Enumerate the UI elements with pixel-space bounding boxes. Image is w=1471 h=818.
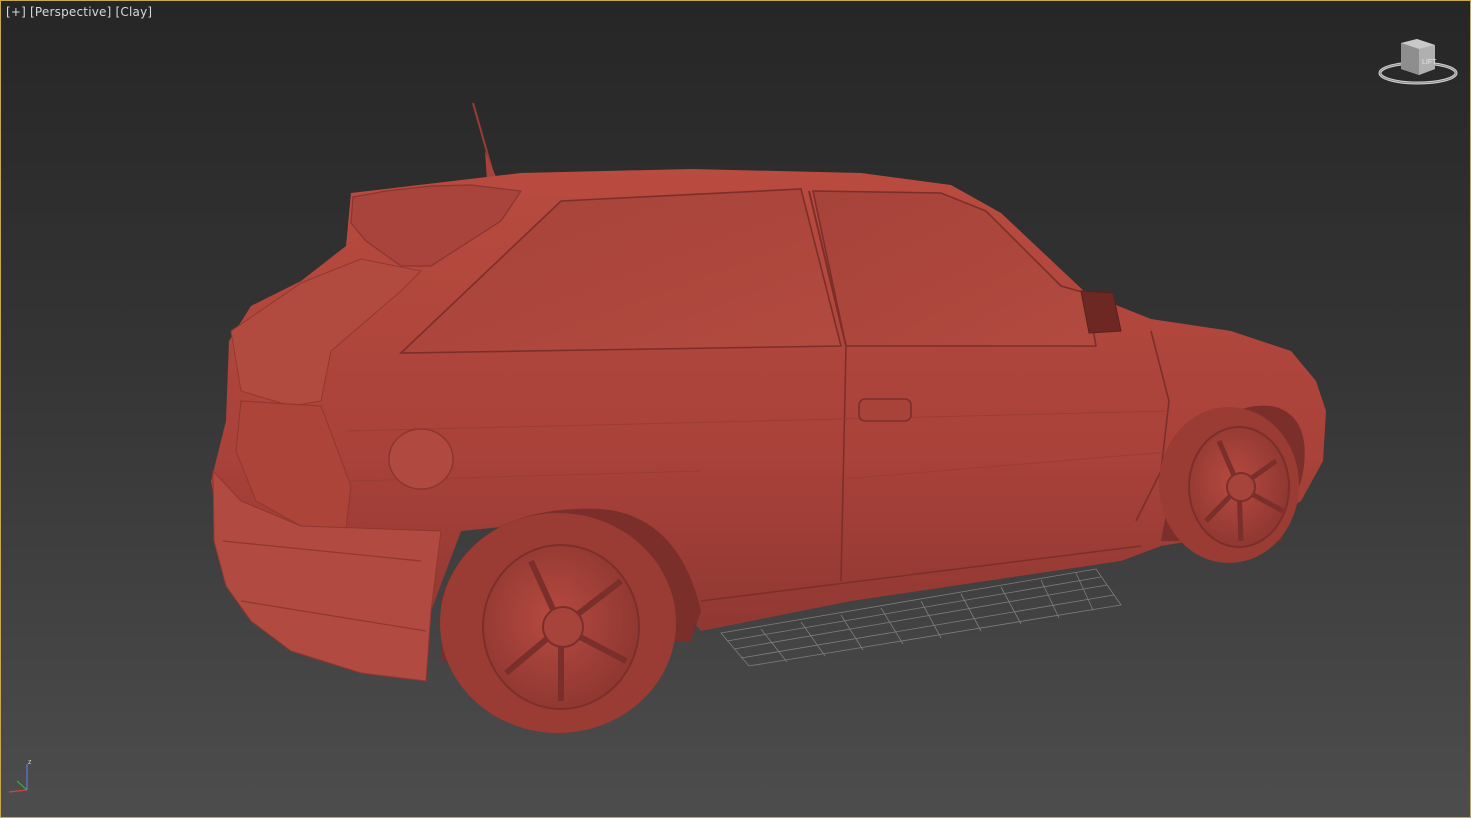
viewcube-icon[interactable]: LIFT xyxy=(1373,31,1463,93)
perspective-viewport[interactable]: [+] [Perspective] [Clay] LIFT z xyxy=(0,0,1471,818)
axis-z-label: z xyxy=(28,759,32,766)
car-model[interactable] xyxy=(211,169,1326,682)
viewport-plus-menu[interactable]: [+] xyxy=(6,5,26,19)
rear-wheel[interactable] xyxy=(440,513,676,733)
door-handle[interactable] xyxy=(858,398,912,422)
viewport-shading-menu[interactable]: [Clay] xyxy=(116,5,153,19)
viewport-scene[interactable] xyxy=(1,1,1470,817)
viewport-view-menu[interactable]: [Perspective] xyxy=(30,5,111,19)
axis-tripod-icon: z xyxy=(8,759,32,793)
front-wheel[interactable] xyxy=(1159,407,1299,563)
antenna xyxy=(472,102,497,181)
viewcube-face-label: LIFT xyxy=(1422,59,1437,66)
fuel-cap[interactable] xyxy=(388,428,454,490)
viewport-label: [+] [Perspective] [Clay] xyxy=(6,5,152,19)
